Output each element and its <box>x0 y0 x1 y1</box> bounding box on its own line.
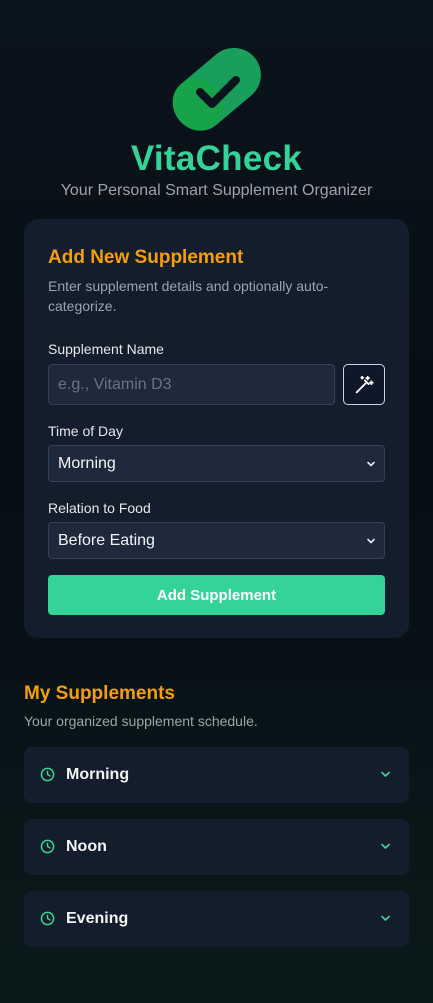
supplement-name-input[interactable] <box>48 364 335 405</box>
add-supplement-title: Add New Supplement <box>48 247 244 268</box>
auto-categorize-button[interactable] <box>343 364 385 405</box>
accordion-noon[interactable]: Noon <box>24 819 409 875</box>
accordion-label: Evening <box>66 910 129 927</box>
clock-icon <box>40 767 55 782</box>
pill-check-logo-icon <box>172 47 261 131</box>
accordion-evening[interactable]: Evening <box>24 891 409 947</box>
chevron-down-icon <box>367 461 375 467</box>
chevron-down-icon <box>381 915 390 921</box>
accordion-label: Noon <box>66 838 107 855</box>
time-of-day-value: Morning <box>58 454 116 472</box>
chevron-down-icon <box>381 771 390 777</box>
add-supplement-card: Add New Supplement Enter supplement deta… <box>24 219 409 638</box>
time-of-day-select[interactable]: Morning <box>48 445 385 482</box>
chevron-down-icon <box>367 538 375 544</box>
app-root: VitaCheck Your Personal Smart Supplement… <box>0 0 433 1003</box>
clock-icon <box>40 911 55 926</box>
app-title: VitaCheck <box>130 139 303 178</box>
time-of-day-label: Time of Day <box>48 423 123 439</box>
clock-icon <box>40 839 55 854</box>
relation-to-food-label: Relation to Food <box>48 500 151 516</box>
add-supplement-button[interactable]: Add Supplement <box>48 575 385 615</box>
app-tagline: Your Personal Smart Supplement Organizer <box>60 182 373 199</box>
add-supplement-description: Enter supplement details and optionally … <box>48 278 329 314</box>
relation-to-food-value: Before Eating <box>58 531 155 549</box>
supplement-name-label: Supplement Name <box>48 341 164 357</box>
accordion-label: Morning <box>66 766 130 783</box>
my-supplements-description: Your organized supplement schedule. <box>24 713 258 729</box>
magic-wand-icon <box>355 375 374 393</box>
chevron-down-icon <box>381 843 390 849</box>
relation-to-food-select[interactable]: Before Eating <box>48 522 385 559</box>
my-supplements-title: My Supplements <box>24 683 175 704</box>
accordion-morning[interactable]: Morning <box>24 747 409 803</box>
